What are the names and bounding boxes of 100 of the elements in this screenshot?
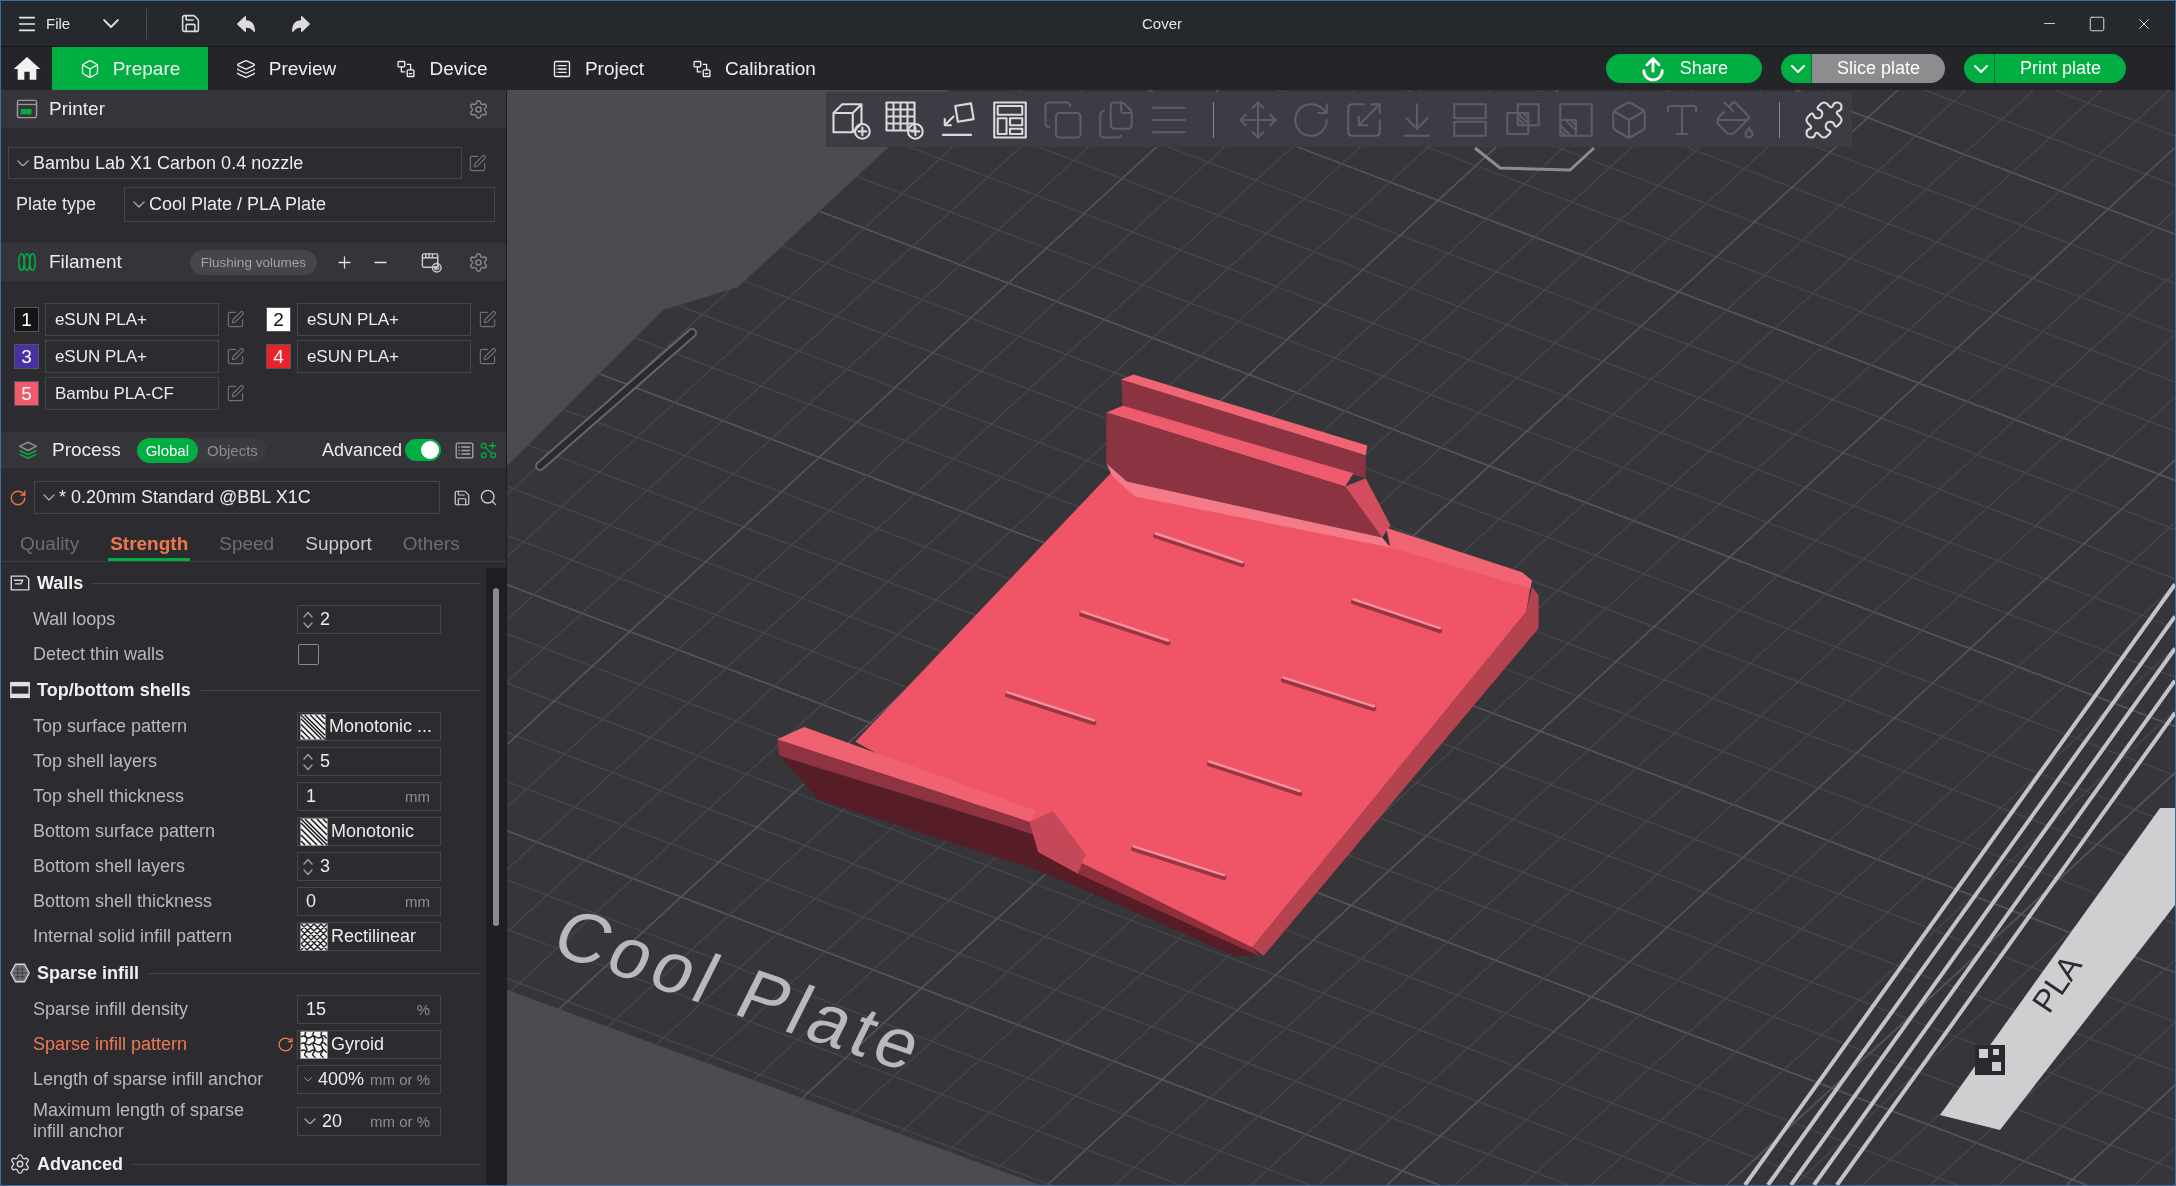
- chevron-down-icon: [304, 1117, 316, 1125]
- filament-dropdown[interactable]: eSUN PLA+: [296, 303, 471, 336]
- edit-icon[interactable]: [478, 347, 497, 366]
- settings-tab[interactable]: Strength: [108, 529, 191, 561]
- logo-icon: [1975, 1045, 2005, 1075]
- setting-label: Wall loops: [33, 609, 117, 630]
- section-title: Filament: [49, 251, 122, 273]
- linked-squares-icon: [396, 58, 417, 79]
- scrollbar[interactable]: [486, 568, 506, 1185]
- edit-icon[interactable]: [468, 153, 487, 173]
- setting-label: Bottom surface pattern: [33, 821, 217, 842]
- nodes-icon[interactable]: [479, 440, 498, 460]
- spool-icon: [16, 251, 38, 273]
- setting-label: Bottom shell thickness: [33, 891, 214, 912]
- chevron-down-icon: [133, 201, 145, 208]
- filament-swatch[interactable]: 2: [266, 307, 291, 332]
- wall-icon: [9, 572, 31, 594]
- edit-icon[interactable]: [226, 347, 245, 366]
- number-field[interactable]: 0 mm: [297, 887, 441, 916]
- main-tab[interactable]: Preview: [208, 47, 364, 90]
- scrollbar-thumb[interactable]: [493, 588, 499, 926]
- edit-icon[interactable]: [478, 310, 497, 329]
- chevron-down-icon: [1790, 64, 1805, 73]
- number-field[interactable]: 15 %: [297, 995, 441, 1024]
- filament-dropdown[interactable]: eSUN PLA+: [44, 340, 219, 373]
- section-title: Process: [52, 439, 121, 461]
- puzzle-icon[interactable]: [1803, 98, 1845, 141]
- list-icon[interactable]: [454, 439, 475, 461]
- filament-swatch[interactable]: 1: [14, 307, 39, 332]
- search-icon[interactable]: [479, 488, 498, 507]
- plate-type-dropdown[interactable]: Cool Plate / PLA Plate: [124, 187, 495, 222]
- grid-swap-icon[interactable]: [419, 250, 443, 274]
- pattern-dropdown[interactable]: Monotonic ...: [297, 712, 441, 741]
- layers-icon: [17, 439, 39, 461]
- list-icon: [551, 58, 572, 79]
- preset-dropdown[interactable]: * 0.20mm Standard @BBL X1C: [34, 481, 440, 514]
- chevron-down-icon: [17, 159, 29, 167]
- advanced-label: Advanced: [321, 439, 402, 461]
- print-model[interactable]: [777, 374, 1539, 958]
- advanced-toggle[interactable]: [405, 439, 441, 461]
- main-tab[interactable]: Project: [520, 47, 676, 90]
- dropdown-toggle[interactable]: [1780, 54, 1812, 83]
- edit-icon[interactable]: [226, 384, 245, 403]
- pattern-icon: [300, 1030, 328, 1059]
- pattern-dropdown[interactable]: Rectilinear: [297, 922, 441, 951]
- settings-tab[interactable]: Support: [303, 529, 374, 561]
- spin-field[interactable]: 3: [297, 852, 441, 881]
- save-icon[interactable]: [453, 488, 471, 507]
- spin-field[interactable]: 2: [297, 605, 441, 634]
- filament-swatch[interactable]: 4: [266, 344, 291, 369]
- checkbox[interactable]: [298, 643, 319, 665]
- grid-plus-icon[interactable]: [883, 98, 925, 141]
- main-tab[interactable]: Device: [364, 47, 520, 90]
- dropdown-toggle[interactable]: [1963, 54, 1995, 83]
- chevron-down-icon[interactable]: [103, 18, 120, 29]
- settings-icon[interactable]: [468, 251, 489, 273]
- group-title: Walls: [37, 572, 84, 594]
- filament-swatch[interactable]: 3: [14, 344, 39, 369]
- maximize-icon[interactable]: [2087, 14, 2106, 33]
- edit-icon[interactable]: [226, 310, 245, 329]
- group-title: Top/bottom shells: [37, 679, 191, 701]
- filament-dropdown[interactable]: eSUN PLA+: [44, 303, 219, 336]
- cube-icon: [79, 58, 100, 79]
- combo-field[interactable]: 20 mm or %: [297, 1106, 441, 1136]
- setting-label: Sparse infill pattern: [33, 1034, 189, 1055]
- spin-field[interactable]: 5: [297, 747, 441, 776]
- bands-icon: [9, 679, 31, 701]
- group-title: Advanced: [37, 1153, 124, 1175]
- combo-field[interactable]: 400% mm or %: [297, 1065, 441, 1094]
- setting-label: Internal solid infill pattern: [33, 926, 234, 947]
- setting-label: Detect thin walls: [33, 643, 166, 665]
- reset-icon[interactable]: [276, 1036, 294, 1053]
- save-icon[interactable]: [180, 13, 202, 34]
- chevron-down-icon: [1973, 64, 1988, 73]
- hexagon-icon: [9, 962, 31, 984]
- settings-icon[interactable]: [468, 98, 489, 120]
- pattern-icon: [300, 817, 328, 846]
- layers-icon: [235, 58, 256, 79]
- filament-dropdown[interactable]: Bambu PLA-CF: [44, 377, 219, 410]
- main-tab[interactable]: Calibration: [676, 47, 832, 90]
- flushing-volumes-button[interactable]: Flushing volumes: [189, 249, 317, 275]
- printer-icon: [16, 99, 38, 119]
- printer-dropdown[interactable]: Bambu Lab X1 Carbon 0.4 nozzle: [8, 147, 462, 179]
- 3d-viewport[interactable]: Cool Plate PLA: [507, 90, 2175, 1185]
- pattern-dropdown[interactable]: Gyroid: [297, 1030, 441, 1059]
- pattern-dropdown[interactable]: Monotonic: [297, 817, 441, 846]
- reset-icon[interactable]: [9, 488, 27, 507]
- chevron-down-icon: [304, 1076, 312, 1083]
- setting-label: Length of sparse infill anchor: [33, 1069, 265, 1090]
- setting-label: Maximum length of sparse infill anchor: [33, 1100, 246, 1142]
- pattern-icon: [300, 922, 328, 951]
- gear-icon: [9, 1153, 31, 1175]
- file-menu[interactable]: File: [16, 10, 71, 37]
- upload-icon: [1639, 55, 1666, 82]
- filament-dropdown[interactable]: eSUN PLA+: [296, 340, 471, 373]
- number-field[interactable]: 1 mm: [297, 782, 441, 811]
- setting-label: Top shell thickness: [33, 786, 186, 807]
- setting-label: Top surface pattern: [33, 716, 189, 737]
- plate-name-text: Cool Plate: [541, 893, 940, 1087]
- setting-label: Top shell layers: [33, 751, 159, 772]
